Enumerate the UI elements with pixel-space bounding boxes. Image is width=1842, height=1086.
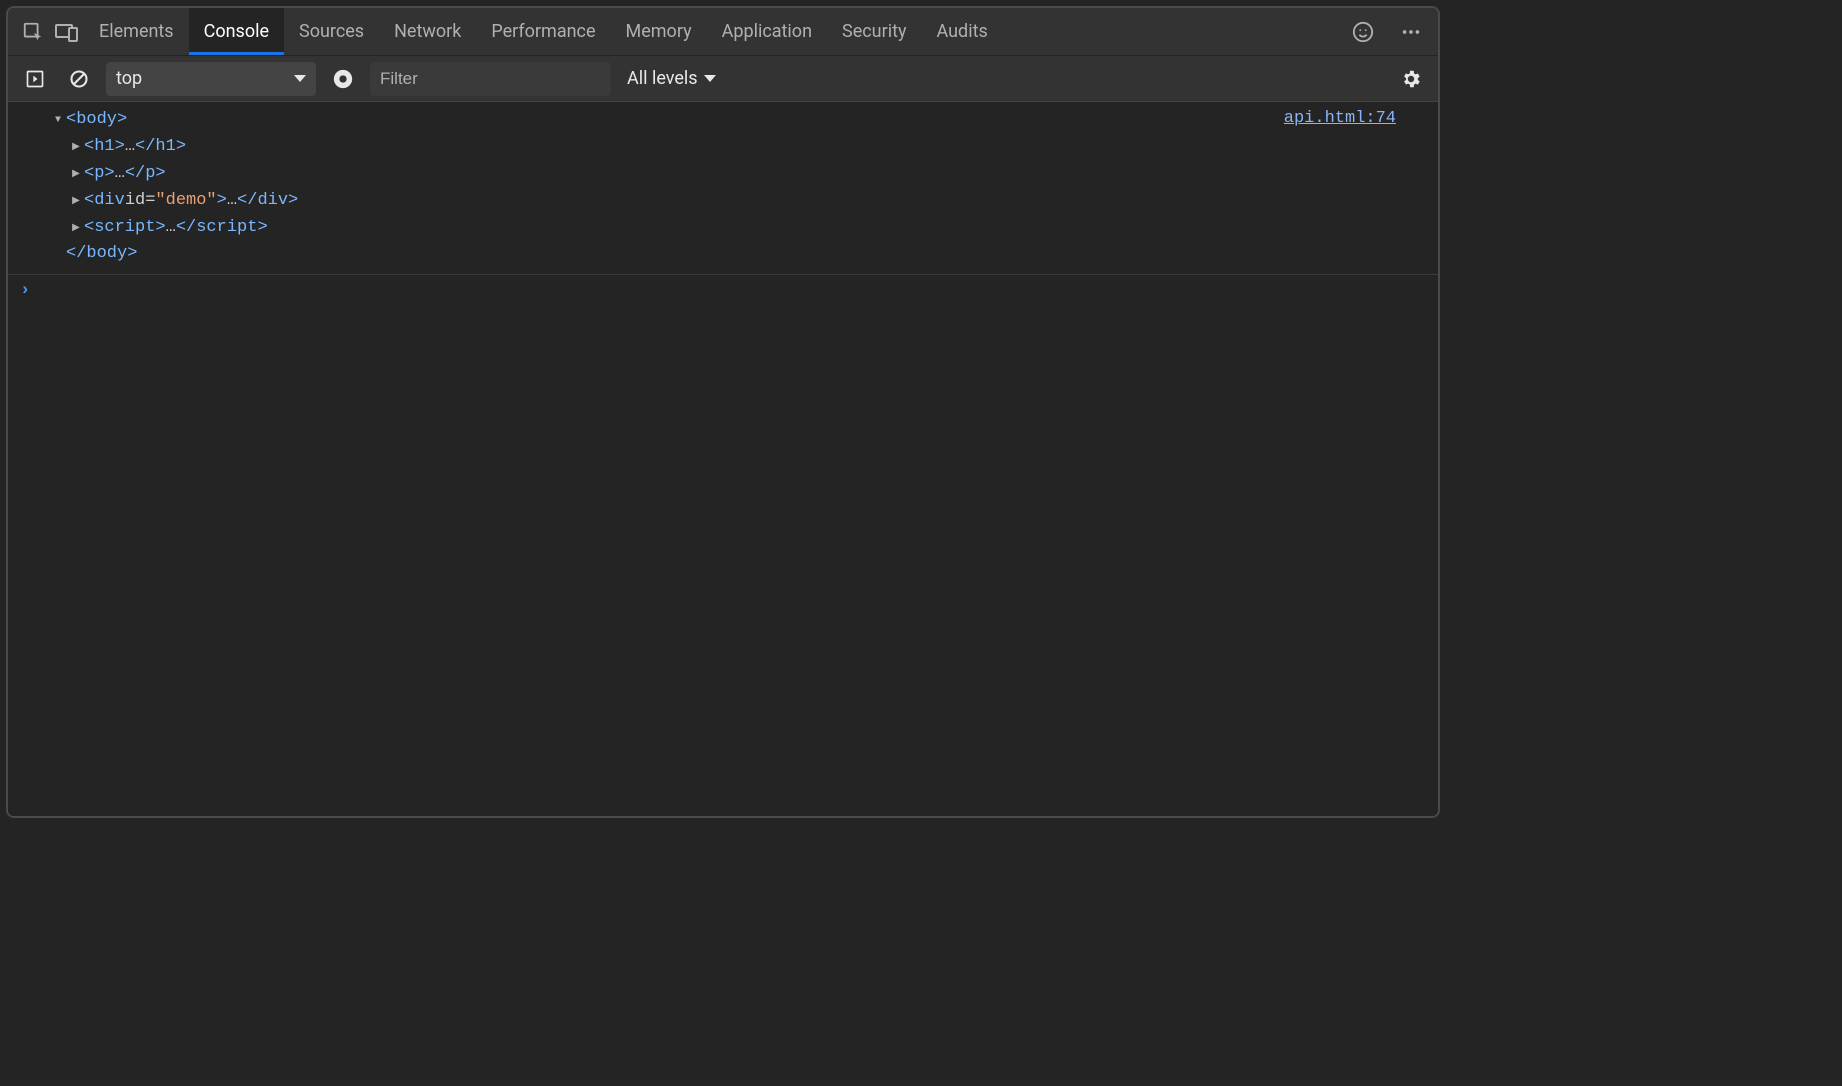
tab-network[interactable]: Network — [379, 8, 476, 55]
tabbar: ElementsConsoleSourcesNetworkPerformance… — [8, 8, 1438, 56]
log-levels-select[interactable]: All levels — [621, 68, 722, 89]
tab-memory[interactable]: Memory — [611, 8, 707, 55]
live-expression-icon[interactable] — [326, 62, 360, 96]
execution-context-select[interactable]: top — [106, 62, 316, 96]
log-levels-label: All levels — [627, 68, 698, 89]
tab-performance[interactable]: Performance — [476, 8, 610, 55]
console-input[interactable] — [38, 281, 1426, 300]
console-prompt: › — [8, 275, 1438, 306]
toggle-sidebar-icon[interactable] — [18, 62, 52, 96]
source-link[interactable]: api.html:74 — [1284, 106, 1396, 131]
disclosure-triangle-icon[interactable] — [70, 187, 82, 214]
tab-elements[interactable]: Elements — [84, 8, 189, 55]
feedback-smile-icon[interactable] — [1346, 15, 1380, 49]
tree-row[interactable]: <h1>…</h1> — [52, 133, 1426, 160]
settings-gear-icon[interactable] — [1394, 62, 1428, 96]
tree-row[interactable]: <script>…</script> — [52, 214, 1426, 241]
more-icon[interactable] — [1394, 15, 1428, 49]
console-toolbar: top All levels — [8, 56, 1438, 102]
tab-sources[interactable]: Sources — [284, 8, 379, 55]
object-tree: <body><h1>…</h1><p>…</p><div id="demo">…… — [52, 106, 1426, 266]
filter-input[interactable] — [370, 62, 611, 96]
tree-row[interactable]: <p>…</p> — [52, 160, 1426, 187]
chevron-down-icon — [704, 75, 716, 82]
chevron-down-icon — [294, 75, 306, 82]
tab-console[interactable]: Console — [189, 8, 284, 55]
tab-application[interactable]: Application — [707, 8, 827, 55]
inspect-element-icon[interactable] — [16, 15, 50, 49]
tabbar-right — [1346, 8, 1438, 55]
tabs: ElementsConsoleSourcesNetworkPerformance… — [84, 8, 1003, 55]
disclosure-triangle-icon[interactable] — [70, 133, 82, 160]
disclosure-triangle-icon[interactable] — [52, 106, 64, 133]
console-log-entry: api.html:74 <body><h1>…</h1><p>…</p><div… — [8, 102, 1438, 275]
tab-audits[interactable]: Audits — [921, 8, 1002, 55]
devtools-window: ElementsConsoleSourcesNetworkPerformance… — [6, 6, 1440, 818]
tree-row[interactable]: <body> — [52, 106, 1426, 133]
device-toolbar-icon[interactable] — [50, 15, 84, 49]
tab-security[interactable]: Security — [827, 8, 921, 55]
console-body: api.html:74 <body><h1>…</h1><p>…</p><div… — [8, 102, 1438, 816]
tabbar-left — [8, 8, 84, 55]
tree-row[interactable]: </body> — [52, 241, 1426, 266]
tree-row[interactable]: <div id="demo">…</div> — [52, 187, 1426, 214]
disclosure-triangle-icon[interactable] — [70, 160, 82, 187]
clear-console-icon[interactable] — [62, 62, 96, 96]
prompt-chevron-icon: › — [20, 281, 30, 300]
disclosure-triangle-icon[interactable] — [70, 214, 82, 241]
execution-context-value: top — [116, 68, 142, 89]
